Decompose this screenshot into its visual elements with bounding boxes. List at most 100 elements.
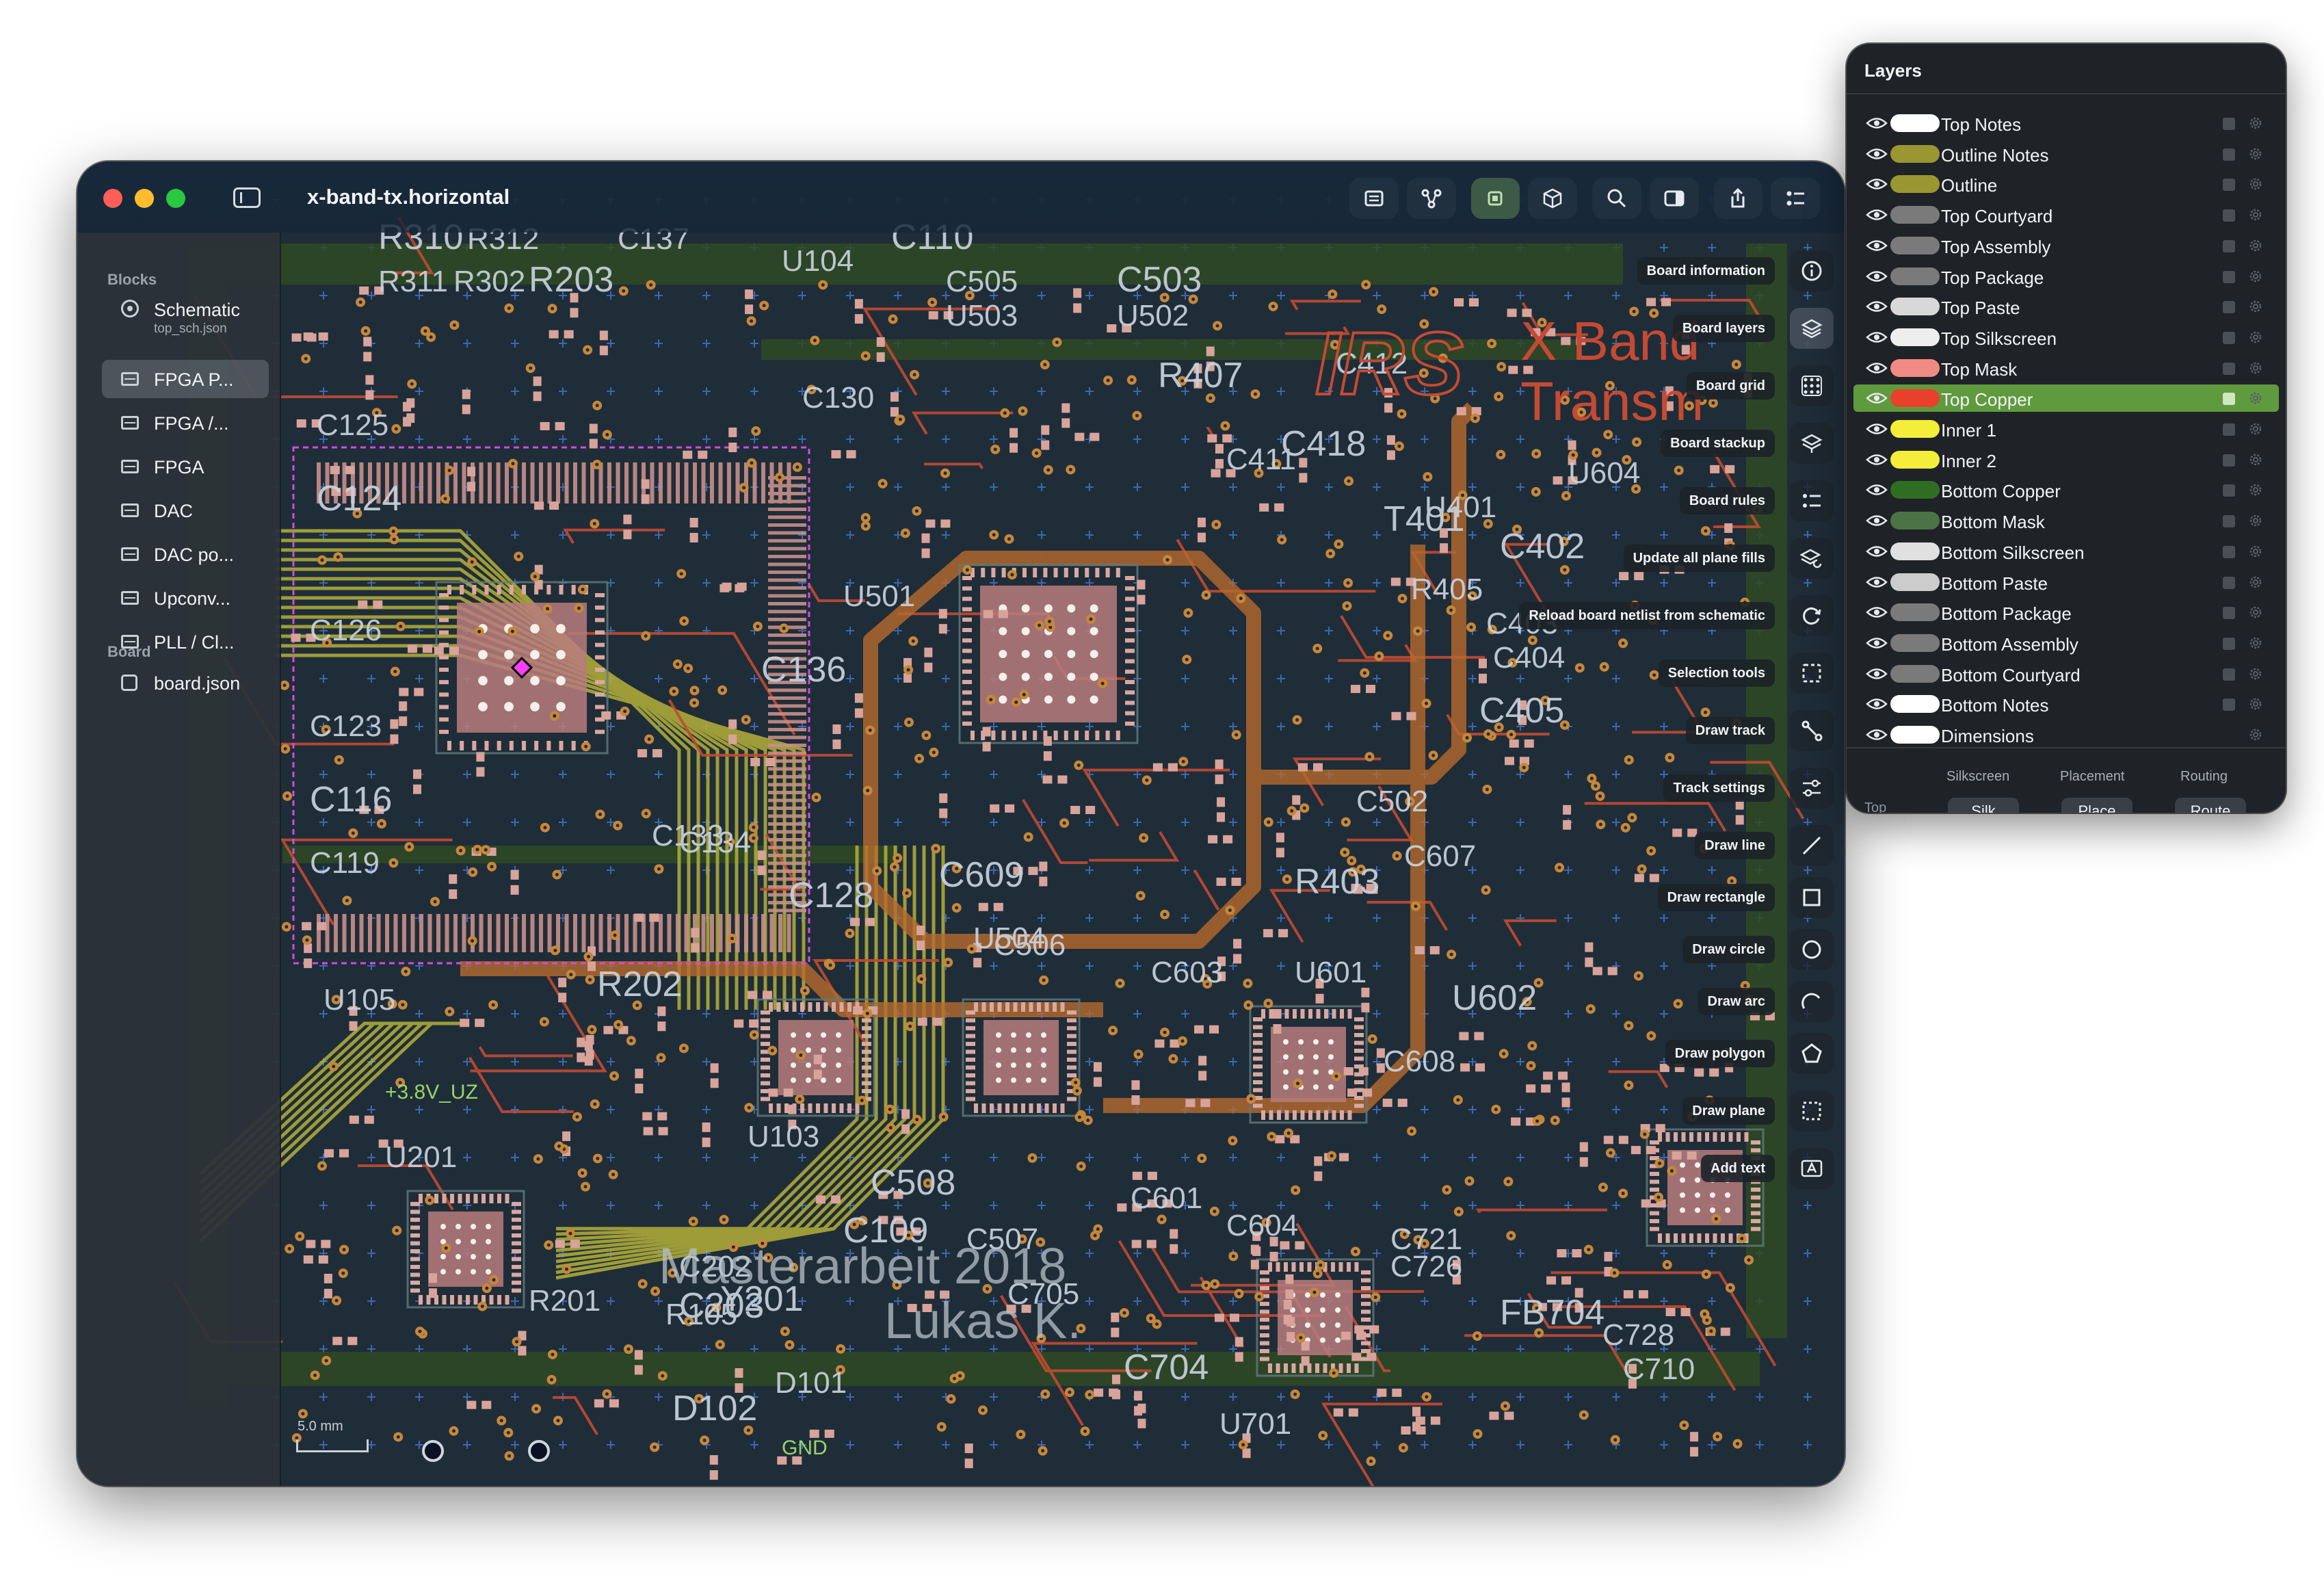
layer-color-swatch[interactable] — [1890, 114, 1940, 132]
tool-reload[interactable]: Reload board netlist from schematic — [1218, 595, 1834, 636]
board-view-button[interactable] — [1470, 178, 1520, 219]
gear-icon[interactable] — [2247, 727, 2264, 743]
eye-icon[interactable] — [1866, 117, 1888, 129]
eye-icon[interactable] — [1866, 576, 1888, 588]
tool-line[interactable]: Draw line — [1218, 825, 1834, 866]
tool-button[interactable] — [1790, 1090, 1834, 1131]
layer-row[interactable]: Top Courtyard — [1853, 201, 2279, 228]
layer-select-checkbox[interactable] — [2223, 545, 2235, 558]
tool-button[interactable] — [1790, 877, 1834, 918]
layer-select-checkbox[interactable] — [2223, 362, 2235, 375]
tool-rules[interactable]: Board rules — [1218, 480, 1834, 521]
tool-info[interactable]: Board information — [1218, 250, 1834, 291]
eye-icon[interactable] — [1866, 545, 1888, 558]
gear-icon[interactable] — [2247, 604, 2264, 620]
gear-icon[interactable] — [2247, 176, 2264, 192]
layer-select-checkbox[interactable] — [2223, 118, 2235, 130]
layer-select-checkbox[interactable] — [2223, 637, 2235, 650]
eye-icon[interactable] — [1866, 392, 1888, 404]
tool-button[interactable] — [1790, 538, 1834, 579]
silk-button[interactable]: Silk — [1948, 798, 2019, 813]
eye-icon[interactable] — [1866, 698, 1888, 710]
eye-icon[interactable] — [1866, 606, 1888, 618]
eye-icon[interactable] — [1866, 300, 1888, 313]
gear-icon[interactable] — [2247, 237, 2264, 254]
sidebar-item-block[interactable]: FPGA P... — [102, 360, 269, 398]
layer-row[interactable]: Top Silkscreen — [1853, 324, 2279, 351]
eye-icon[interactable] — [1866, 362, 1888, 374]
layer-color-swatch[interactable] — [1890, 298, 1940, 316]
layer-select-checkbox[interactable] — [2223, 484, 2235, 497]
zoom-window-button[interactable] — [166, 189, 185, 208]
layer-row[interactable]: Bottom Assembly — [1853, 629, 2279, 657]
gear-icon[interactable] — [2247, 360, 2264, 376]
layer-select-checkbox[interactable] — [2223, 393, 2235, 406]
tool-stackup[interactable]: Board stackup — [1218, 423, 1834, 464]
layer-color-swatch[interactable] — [1890, 358, 1940, 377]
layer-color-swatch[interactable] — [1890, 695, 1940, 714]
layer-row[interactable]: Top Paste — [1853, 293, 2279, 320]
tool-sliders[interactable]: Track settings — [1218, 768, 1834, 809]
layer-row[interactable]: Top Copper — [1853, 384, 2279, 413]
layer-row[interactable]: Dimensions — [1853, 721, 2279, 748]
layer-select-checkbox[interactable] — [2223, 576, 2235, 589]
layer-color-swatch[interactable] — [1890, 481, 1940, 499]
layer-select-checkbox[interactable] — [2223, 423, 2235, 436]
layer-row[interactable]: Outline — [1853, 170, 2279, 198]
gear-icon[interactable] — [2247, 543, 2264, 560]
layer-row[interactable]: Top Notes — [1853, 109, 2279, 137]
pcb-canvas[interactable]: R310 R312 C137 C110R311 R302 R203 U104C505 C503… — [77, 161, 1845, 1486]
search-button[interactable] — [1592, 178, 1641, 219]
tool-circle[interactable]: Draw circle — [1218, 929, 1834, 970]
layer-row[interactable]: Top Package — [1853, 263, 2279, 290]
eye-icon[interactable] — [1866, 209, 1888, 221]
layer-select-checkbox[interactable] — [2223, 301, 2235, 314]
gear-icon[interactable] — [2247, 421, 2264, 437]
route-button[interactable]: Route — [2175, 798, 2246, 813]
tool-button[interactable] — [1790, 653, 1834, 694]
gear-icon[interactable] — [2247, 635, 2264, 651]
layer-color-swatch[interactable] — [1890, 267, 1940, 285]
gear-icon[interactable] — [2247, 574, 2264, 590]
tool-button[interactable] — [1790, 480, 1834, 521]
layer-select-checkbox[interactable] — [2223, 698, 2235, 711]
layer-select-checkbox[interactable] — [2223, 668, 2235, 681]
tool-button[interactable] — [1790, 250, 1834, 291]
gear-icon[interactable] — [2247, 298, 2264, 315]
netlist-button[interactable] — [1406, 178, 1456, 219]
eye-icon[interactable] — [1866, 178, 1888, 190]
sidebar-item-board-json[interactable]: board.json — [102, 664, 269, 702]
layer-color-swatch[interactable] — [1890, 420, 1940, 438]
place-button[interactable]: Place — [2061, 798, 2132, 813]
inspector-button[interactable] — [1649, 178, 1699, 219]
share-button[interactable] — [1713, 178, 1763, 219]
gear-icon[interactable] — [2247, 512, 2264, 529]
layer-color-swatch[interactable] — [1890, 664, 1940, 683]
tool-button[interactable] — [1790, 768, 1834, 809]
tool-arc[interactable]: Draw arc — [1218, 981, 1834, 1022]
eye-icon[interactable] — [1866, 331, 1888, 343]
eye-icon[interactable] — [1866, 423, 1888, 435]
tool-button[interactable] — [1790, 595, 1834, 636]
gear-icon[interactable] — [2247, 452, 2264, 468]
layer-color-swatch[interactable] — [1890, 144, 1940, 163]
gear-icon[interactable] — [2247, 696, 2264, 712]
gear-icon[interactable] — [2247, 115, 2264, 131]
eye-icon[interactable] — [1866, 239, 1888, 252]
close-window-button[interactable] — [103, 189, 122, 208]
layer-row[interactable]: Bottom Package — [1853, 599, 2279, 626]
layer-select-checkbox[interactable] — [2223, 148, 2235, 161]
layer-row[interactable]: Inner 1 — [1853, 415, 2279, 443]
settings-button[interactable] — [1771, 178, 1820, 219]
layer-select-checkbox[interactable] — [2223, 270, 2235, 283]
eye-icon[interactable] — [1866, 484, 1888, 496]
3d-view-button[interactable] — [1528, 178, 1577, 219]
layer-select-checkbox[interactable] — [2223, 209, 2235, 222]
layer-color-swatch[interactable] — [1890, 633, 1940, 652]
layer-color-swatch[interactable] — [1890, 450, 1940, 469]
layer-row[interactable]: Bottom Courtyard — [1853, 660, 2279, 688]
layer-color-swatch[interactable] — [1890, 573, 1940, 591]
gear-icon[interactable] — [2247, 329, 2264, 345]
tool-button[interactable] — [1790, 929, 1834, 970]
tool-button[interactable] — [1790, 1033, 1834, 1074]
